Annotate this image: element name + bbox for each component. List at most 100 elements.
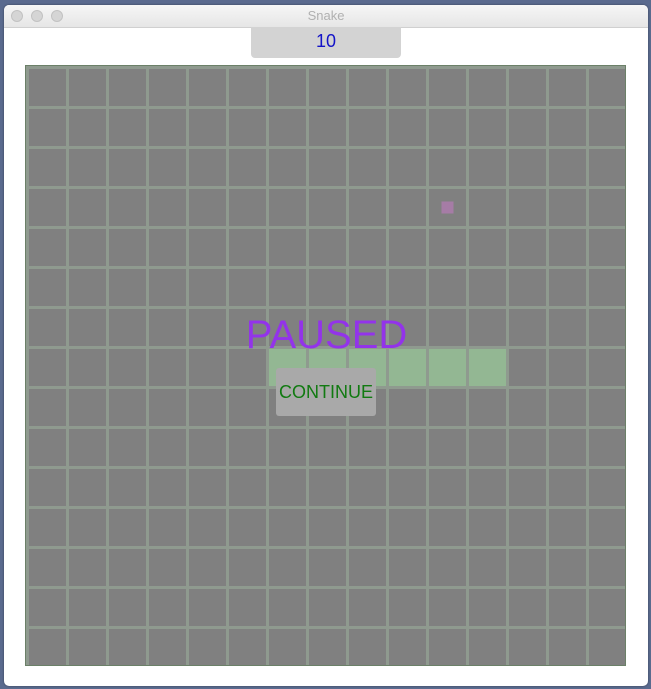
grid-cell bbox=[229, 189, 266, 226]
grid-cell bbox=[469, 549, 506, 586]
grid-cell bbox=[309, 189, 346, 226]
grid-cell bbox=[309, 629, 346, 665]
grid-cell bbox=[189, 69, 226, 106]
grid-cell bbox=[549, 469, 586, 506]
grid-cell bbox=[469, 429, 506, 466]
grid-cell bbox=[589, 549, 625, 586]
grid-cell bbox=[69, 109, 106, 146]
grid-cell bbox=[109, 109, 146, 146]
grid-cell bbox=[389, 69, 426, 106]
grid-cell bbox=[589, 149, 625, 186]
grid-cell bbox=[549, 189, 586, 226]
grid-cell bbox=[549, 269, 586, 306]
grid-cell bbox=[229, 109, 266, 146]
grid-cell bbox=[509, 509, 546, 546]
grid-cell bbox=[589, 509, 625, 546]
grid-cell bbox=[429, 469, 466, 506]
grid-cell bbox=[389, 149, 426, 186]
grid-cell bbox=[589, 189, 625, 226]
grid-cell bbox=[149, 549, 186, 586]
grid-cell bbox=[469, 389, 506, 426]
grid-cell bbox=[229, 269, 266, 306]
grid-cell bbox=[69, 509, 106, 546]
grid-cell bbox=[549, 69, 586, 106]
grid-cell bbox=[349, 589, 386, 626]
grid-cell bbox=[389, 269, 426, 306]
grid-cell bbox=[149, 149, 186, 186]
grid-cell bbox=[109, 469, 146, 506]
grid-cell bbox=[509, 269, 546, 306]
grid-cell bbox=[269, 469, 306, 506]
grid-cell bbox=[269, 69, 306, 106]
grid-cell bbox=[229, 229, 266, 266]
grid-cell bbox=[429, 229, 466, 266]
grid-cell bbox=[349, 509, 386, 546]
grid-cell bbox=[309, 69, 346, 106]
grid-cell bbox=[509, 69, 546, 106]
grid-cell bbox=[69, 149, 106, 186]
continue-button[interactable]: CONTINUE bbox=[276, 368, 376, 416]
window-title: Snake bbox=[307, 8, 345, 23]
grid-cell bbox=[469, 229, 506, 266]
grid-cell bbox=[29, 69, 66, 106]
grid-cell bbox=[109, 389, 146, 426]
game-board: PAUSED CONTINUE bbox=[25, 65, 626, 666]
grid-cell bbox=[469, 109, 506, 146]
grid-cell bbox=[389, 549, 426, 586]
grid-cell bbox=[269, 229, 306, 266]
grid-cell bbox=[589, 429, 625, 466]
grid-cell bbox=[69, 189, 106, 226]
grid-cell bbox=[429, 269, 466, 306]
grid-cell bbox=[29, 509, 66, 546]
paused-label: PAUSED bbox=[245, 313, 408, 357]
game-window: Snake 10 PAUSED CONTINUE bbox=[4, 5, 648, 686]
grid-cell bbox=[29, 549, 66, 586]
grid-cell bbox=[269, 189, 306, 226]
grid-cell bbox=[149, 109, 186, 146]
grid-cell bbox=[469, 149, 506, 186]
grid-cell bbox=[389, 629, 426, 665]
grid-cell bbox=[429, 549, 466, 586]
grid-cell bbox=[469, 509, 506, 546]
grid-cell bbox=[589, 469, 625, 506]
grid-cell bbox=[29, 389, 66, 426]
grid-cell bbox=[589, 629, 625, 665]
grid-cell bbox=[189, 269, 226, 306]
grid-cell bbox=[149, 589, 186, 626]
grid-cell bbox=[469, 189, 506, 226]
grid-cell bbox=[509, 229, 546, 266]
grid-cell bbox=[549, 629, 586, 665]
grid-cell bbox=[269, 589, 306, 626]
grid-cell bbox=[349, 189, 386, 226]
grid-cell bbox=[389, 429, 426, 466]
grid-cell bbox=[149, 469, 186, 506]
grid-cell bbox=[189, 189, 226, 226]
grid-cell bbox=[109, 589, 146, 626]
grid-cell bbox=[29, 269, 66, 306]
grid-cell bbox=[109, 549, 146, 586]
grid-cell bbox=[389, 389, 426, 426]
grid-cell bbox=[269, 429, 306, 466]
grid-cell bbox=[69, 589, 106, 626]
grid-cell bbox=[189, 229, 226, 266]
grid-cell bbox=[509, 549, 546, 586]
grid-cell bbox=[469, 69, 506, 106]
grid-cell bbox=[149, 429, 186, 466]
grid-cell bbox=[509, 629, 546, 665]
grid-cell bbox=[309, 549, 346, 586]
grid-cell bbox=[269, 109, 306, 146]
grid-cell bbox=[229, 629, 266, 665]
grid-cell bbox=[349, 429, 386, 466]
grid-cell bbox=[109, 189, 146, 226]
grid-cell bbox=[109, 69, 146, 106]
grid-cell bbox=[309, 589, 346, 626]
grid-cell bbox=[69, 629, 106, 665]
grid-cell bbox=[509, 429, 546, 466]
grid-cell bbox=[189, 509, 226, 546]
grid-cell bbox=[269, 549, 306, 586]
grid-cell bbox=[229, 549, 266, 586]
grid-cell bbox=[229, 469, 266, 506]
grid-cell bbox=[509, 149, 546, 186]
grid-cell bbox=[149, 509, 186, 546]
grid-cell bbox=[29, 429, 66, 466]
